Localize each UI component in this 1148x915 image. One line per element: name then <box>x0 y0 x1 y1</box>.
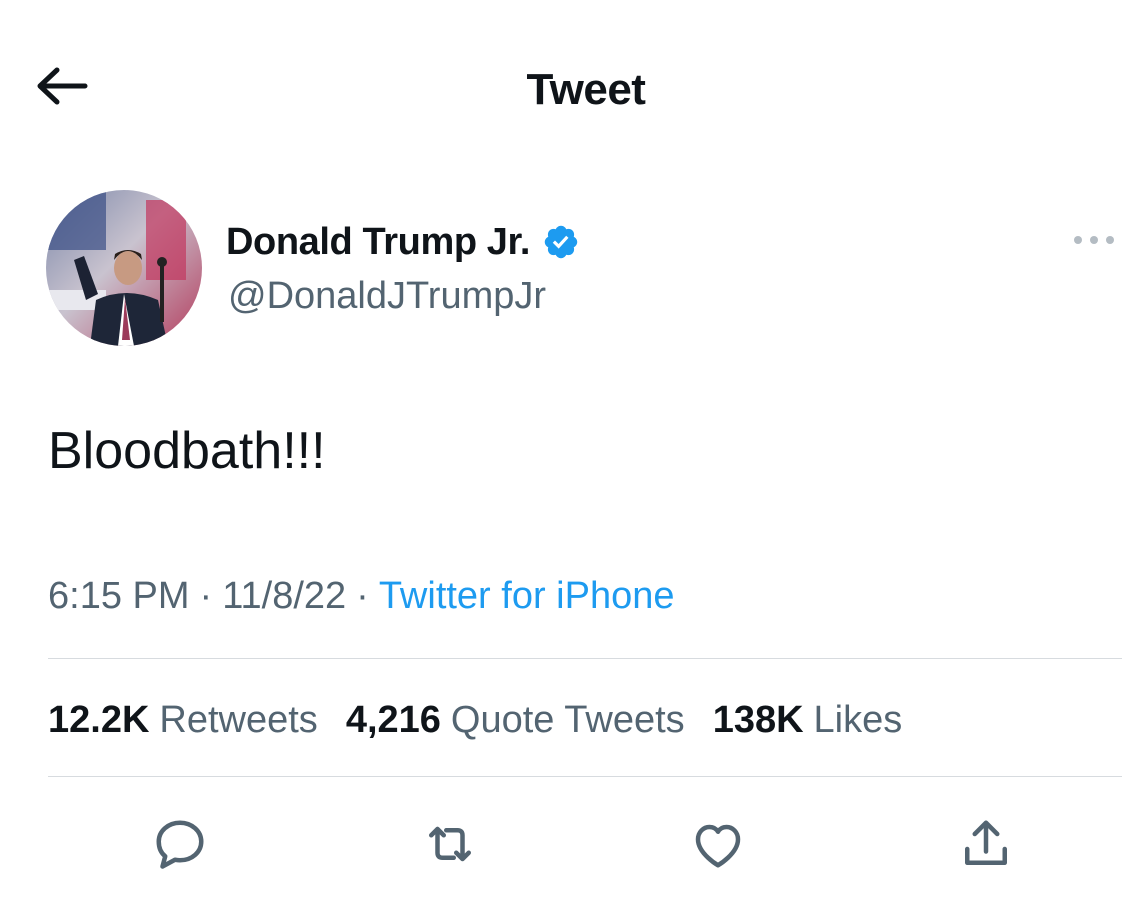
meta-separator: · <box>356 575 369 617</box>
quote-tweets-label: Quote Tweets <box>450 699 685 741</box>
quote-tweets-stat[interactable]: 4,216 Quote Tweets <box>346 692 685 748</box>
more-horizontal-icon <box>1072 233 1116 251</box>
tweet-date[interactable]: 11/8/22 <box>222 575 346 617</box>
share-icon <box>956 814 1016 879</box>
tweet-source-link[interactable]: Twitter for iPhone <box>379 575 675 617</box>
like-button[interactable] <box>688 816 748 876</box>
retweets-stat[interactable]: 12.2K Retweets <box>48 692 318 748</box>
author-handle[interactable]: @DonaldJTrumpJr <box>228 272 546 320</box>
quote-tweets-count: 4,216 <box>345 699 441 741</box>
heart-icon <box>688 814 748 879</box>
tweet-time[interactable]: 6:15 PM <box>48 575 190 617</box>
divider <box>48 776 1122 777</box>
profile-photo <box>46 190 202 346</box>
tweet-meta: 6:15 PM · 11/8/22 · Twitter for iPhone <box>48 570 675 622</box>
tweet-stats: 12.2K Retweets 4,216 Quote Tweets 138K Like… <box>48 692 930 748</box>
page-title: Tweet <box>526 65 646 114</box>
author-name-row: Donald Trump Jr. <box>226 218 580 266</box>
avatar[interactable] <box>46 190 202 346</box>
likes-stat[interactable]: 138K Likes <box>713 692 903 748</box>
meta-separator: · <box>199 575 213 617</box>
share-button[interactable] <box>956 816 1016 876</box>
likes-label: Likes <box>813 699 903 741</box>
retweets-label: Retweets <box>159 699 318 741</box>
divider <box>48 658 1122 659</box>
more-button[interactable] <box>1066 222 1122 262</box>
retweet-icon <box>420 814 480 879</box>
retweet-button[interactable] <box>420 816 480 876</box>
tweet-text: Bloodbath!!! <box>48 422 326 480</box>
reply-button[interactable] <box>150 816 210 876</box>
display-name[interactable]: Donald Trump Jr. <box>226 221 530 264</box>
retweets-count: 12.2K <box>48 699 150 741</box>
verified-badge-icon <box>542 223 580 261</box>
likes-count: 138K <box>712 699 804 741</box>
reply-icon <box>150 814 210 879</box>
